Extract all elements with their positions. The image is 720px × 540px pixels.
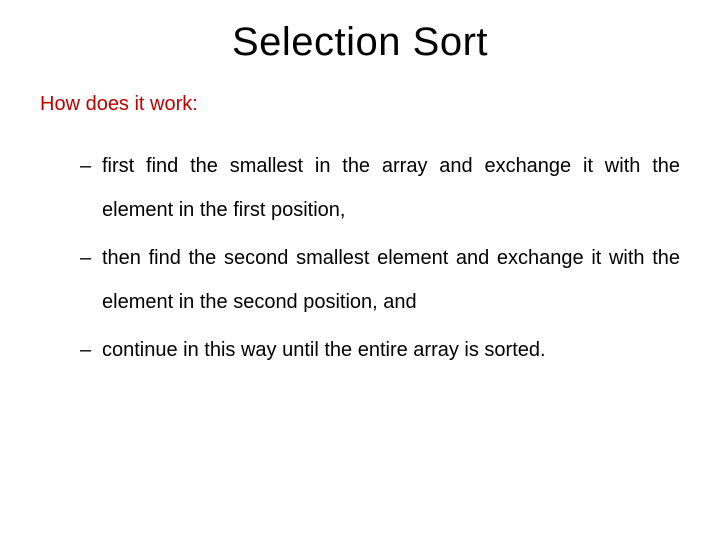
- section-heading: How does it work:: [40, 93, 680, 116]
- list-item: then find the second smallest element an…: [80, 236, 680, 324]
- list-item: first find the smallest in the array and…: [80, 144, 680, 232]
- slide: Selection Sort How does it work: first f…: [0, 0, 720, 540]
- bullet-list: first find the smallest in the array and…: [40, 144, 680, 372]
- list-item: continue in this way until the entire ar…: [80, 328, 680, 372]
- slide-title: Selection Sort: [40, 20, 680, 65]
